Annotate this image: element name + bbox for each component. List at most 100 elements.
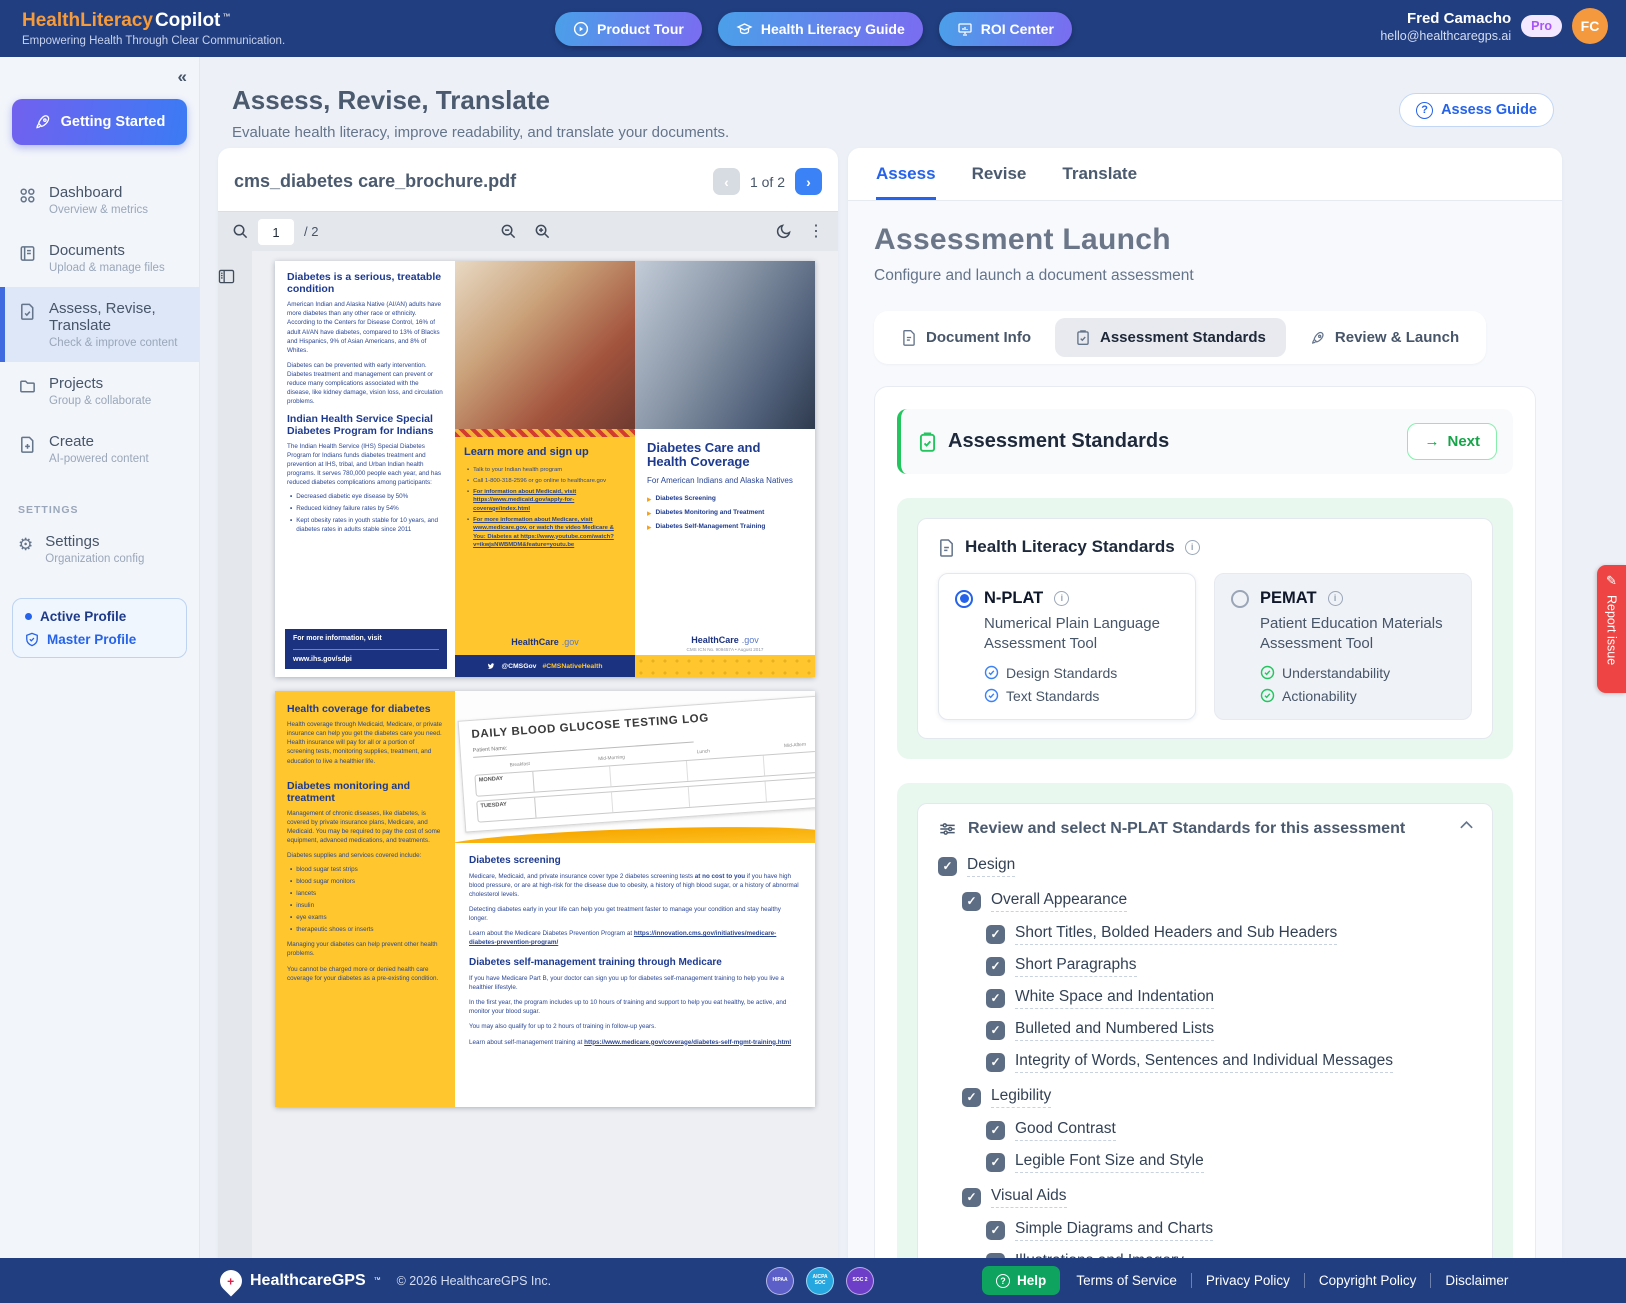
sidebar-item-settings[interactable]: ⚙ SettingsOrganization config (0, 520, 199, 578)
footer-link-privacy[interactable]: Privacy Policy (1191, 1273, 1290, 1288)
checkbox-checked-icon[interactable]: ✓ (986, 1153, 1005, 1172)
standard-checkbox-row[interactable]: ✓Short Paragraphs (986, 956, 1472, 977)
standard-checkbox-row[interactable]: ✓Legible Font Size and Style (986, 1152, 1472, 1173)
documents-icon (18, 244, 37, 263)
standard-checkbox-row[interactable]: ✓Visual Aids (962, 1187, 1472, 1208)
standards-checkbox-tree: ✓Design ✓Overall Appearance ✓Short Title… (938, 856, 1472, 1259)
next-button[interactable]: → Next (1407, 423, 1497, 460)
info-icon[interactable]: i (1185, 540, 1200, 555)
settings-section-label: SETTINGS (18, 504, 199, 516)
clipboard-check-icon (1075, 329, 1091, 346)
checkbox-checked-icon[interactable]: ✓ (962, 1088, 981, 1107)
checkbox-checked-icon[interactable]: ✓ (986, 989, 1005, 1008)
info-icon[interactable]: i (1054, 591, 1069, 606)
checkbox-checked-icon[interactable]: ✓ (962, 1188, 981, 1207)
dashboard-icon (18, 186, 37, 205)
brochure-paragraph: You cannot be charged more or denied hea… (287, 965, 443, 983)
active-profile-row[interactable]: Active Profile (25, 609, 174, 624)
compliance-badges: HIPAA AICPA SOC SOC 2 (766, 1267, 874, 1295)
thumbnail-panel-icon[interactable] (218, 269, 252, 284)
checkbox-checked-icon[interactable]: ✓ (938, 857, 957, 876)
report-issue-tab[interactable]: ✎ Report issue (1597, 565, 1626, 693)
sidebar-collapse-icon[interactable]: « (178, 67, 187, 87)
wizard-steps: Document Info Assessment Standards Revie… (874, 311, 1486, 364)
brochure-paragraph: Management of chronic diseases, like dia… (287, 809, 443, 846)
tab-translate[interactable]: Translate (1062, 164, 1137, 200)
checkbox-checked-icon[interactable]: ✓ (986, 1021, 1005, 1040)
avatar[interactable]: FC (1572, 8, 1608, 44)
sidebar-item-dashboard[interactable]: DashboardOverview & metrics (0, 171, 199, 229)
sidebar-item-assess-revise-translate[interactable]: Assess, Revise, TranslateCheck & improve… (0, 287, 199, 362)
chevron-up-icon[interactable] (1459, 820, 1474, 830)
more-options-icon[interactable]: ⋮ (808, 221, 824, 241)
health-literacy-guide-button[interactable]: Health Literacy Guide (718, 12, 923, 46)
info-icon[interactable]: i (1328, 591, 1343, 606)
checkbox-checked-icon[interactable]: ✓ (986, 925, 1005, 944)
step-document-info[interactable]: Document Info (881, 318, 1051, 357)
checkbox-checked-icon[interactable]: ✓ (986, 1221, 1005, 1240)
step-assessment-standards[interactable]: Assessment Standards (1055, 318, 1286, 357)
brochure-photo-doctor-patient (455, 261, 635, 429)
brochure-link[interactable]: https://www.medicare.gov/coverage/diabet… (584, 1039, 791, 1046)
sidebar-item-documents[interactable]: DocumentsUpload & manage files (0, 229, 199, 287)
pdf-sidebar-rail (218, 251, 252, 1258)
brochure-list-item: Decreased diabetic eye disease by 50% (290, 493, 443, 502)
assess-guide-button[interactable]: ? Assess Guide (1399, 93, 1554, 127)
standard-checkbox-row[interactable]: ✓White Space and Indentation (986, 988, 1472, 1009)
standard-checkbox-row[interactable]: ✓Bulleted and Numbered Lists (986, 1020, 1472, 1041)
brochure-paragraph: Diabetes supplies and services covered i… (287, 851, 443, 860)
tab-revise[interactable]: Revise (972, 164, 1027, 200)
review-standards-title: Review and select N-PLAT Standards for t… (968, 820, 1405, 838)
page-number-input[interactable] (258, 219, 294, 245)
checkbox-checked-icon[interactable]: ✓ (962, 892, 981, 911)
step-review-launch[interactable]: Review & Launch (1290, 318, 1479, 357)
radio-unselected-icon[interactable] (1231, 590, 1249, 608)
checkbox-checked-icon[interactable]: ✓ (986, 1053, 1005, 1072)
pdf-canvas[interactable]: Diabetes is a serious, treatable conditi… (218, 251, 838, 1258)
app-footer: + HealthcareGPS ™ © 2026 HealthcareGPS I… (0, 1258, 1626, 1303)
standard-check-item: Design Standards (984, 665, 1179, 681)
standard-checkbox-row[interactable]: ✓Integrity of Words, Sentences and Indiv… (986, 1052, 1472, 1073)
standard-checkbox-row[interactable]: ✓Overall Appearance (962, 891, 1472, 912)
product-tour-button[interactable]: Product Tour (555, 12, 702, 46)
brochure-photo-man-testing (635, 261, 815, 429)
master-profile-row[interactable]: Master Profile (25, 632, 174, 647)
brand-name-part2: Copilot (155, 10, 220, 32)
pencil-icon: ✎ (1606, 573, 1617, 589)
footer-link-copyright[interactable]: Copyright Policy (1304, 1273, 1417, 1288)
pdf-page-1: Diabetes is a serious, treatable conditi… (275, 261, 815, 677)
option-nplat[interactable]: N-PLAT i Numerical Plain Language Assess… (938, 573, 1196, 720)
tab-assess[interactable]: Assess (876, 164, 936, 200)
roi-center-button[interactable]: ROI Center (939, 12, 1072, 46)
standard-checkbox-row[interactable]: ✓Good Contrast (986, 1120, 1472, 1141)
zoom-in-icon[interactable] (534, 223, 551, 240)
prev-document-button[interactable]: ‹ (713, 168, 740, 195)
check-circle-icon (984, 688, 999, 703)
brochure-link[interactable]: www.ihs.gov/sdpi (293, 649, 439, 663)
dark-mode-moon-icon[interactable] (776, 223, 792, 239)
footer-link-terms[interactable]: Terms of Service (1076, 1273, 1177, 1288)
standard-checkbox-row[interactable]: ✓Design (938, 856, 1472, 877)
standard-checkbox-row[interactable]: ✓Legibility (962, 1087, 1472, 1108)
standard-checkbox-row[interactable]: ✓Simple Diagrams and Charts (986, 1220, 1472, 1241)
help-button[interactable]: ? Help (982, 1266, 1060, 1295)
presentation-icon (957, 21, 973, 37)
zoom-out-icon[interactable] (500, 223, 517, 240)
getting-started-button[interactable]: Getting Started (12, 99, 187, 145)
checkbox-checked-icon[interactable]: ✓ (986, 957, 1005, 976)
brochure-paragraph: If you have Medicare Part B, your doctor… (469, 974, 801, 992)
twitter-bird-icon (487, 662, 495, 670)
aicpa-soc-badge: AICPA SOC (806, 1267, 834, 1295)
radio-selected-icon[interactable] (955, 590, 973, 608)
sidebar-item-create[interactable]: CreateAI-powered content (0, 420, 199, 478)
standard-checkbox-row[interactable]: ✓Short Titles, Bolded Headers and Sub He… (986, 924, 1472, 945)
footer-link-disclaimer[interactable]: Disclaimer (1430, 1273, 1508, 1288)
brochure-list-item: blood sugar test strips (290, 866, 443, 875)
arrow-right-icon: → (1424, 433, 1439, 450)
sidebar-item-projects[interactable]: ProjectsGroup & collaborate (0, 362, 199, 420)
next-document-button[interactable]: › (795, 168, 822, 195)
option-pemat[interactable]: PEMAT i Patient Education Materials Asse… (1214, 573, 1472, 720)
checkbox-checked-icon[interactable]: ✓ (986, 1121, 1005, 1140)
search-icon[interactable] (232, 223, 249, 240)
gear-icon: ⚙ (18, 535, 33, 555)
